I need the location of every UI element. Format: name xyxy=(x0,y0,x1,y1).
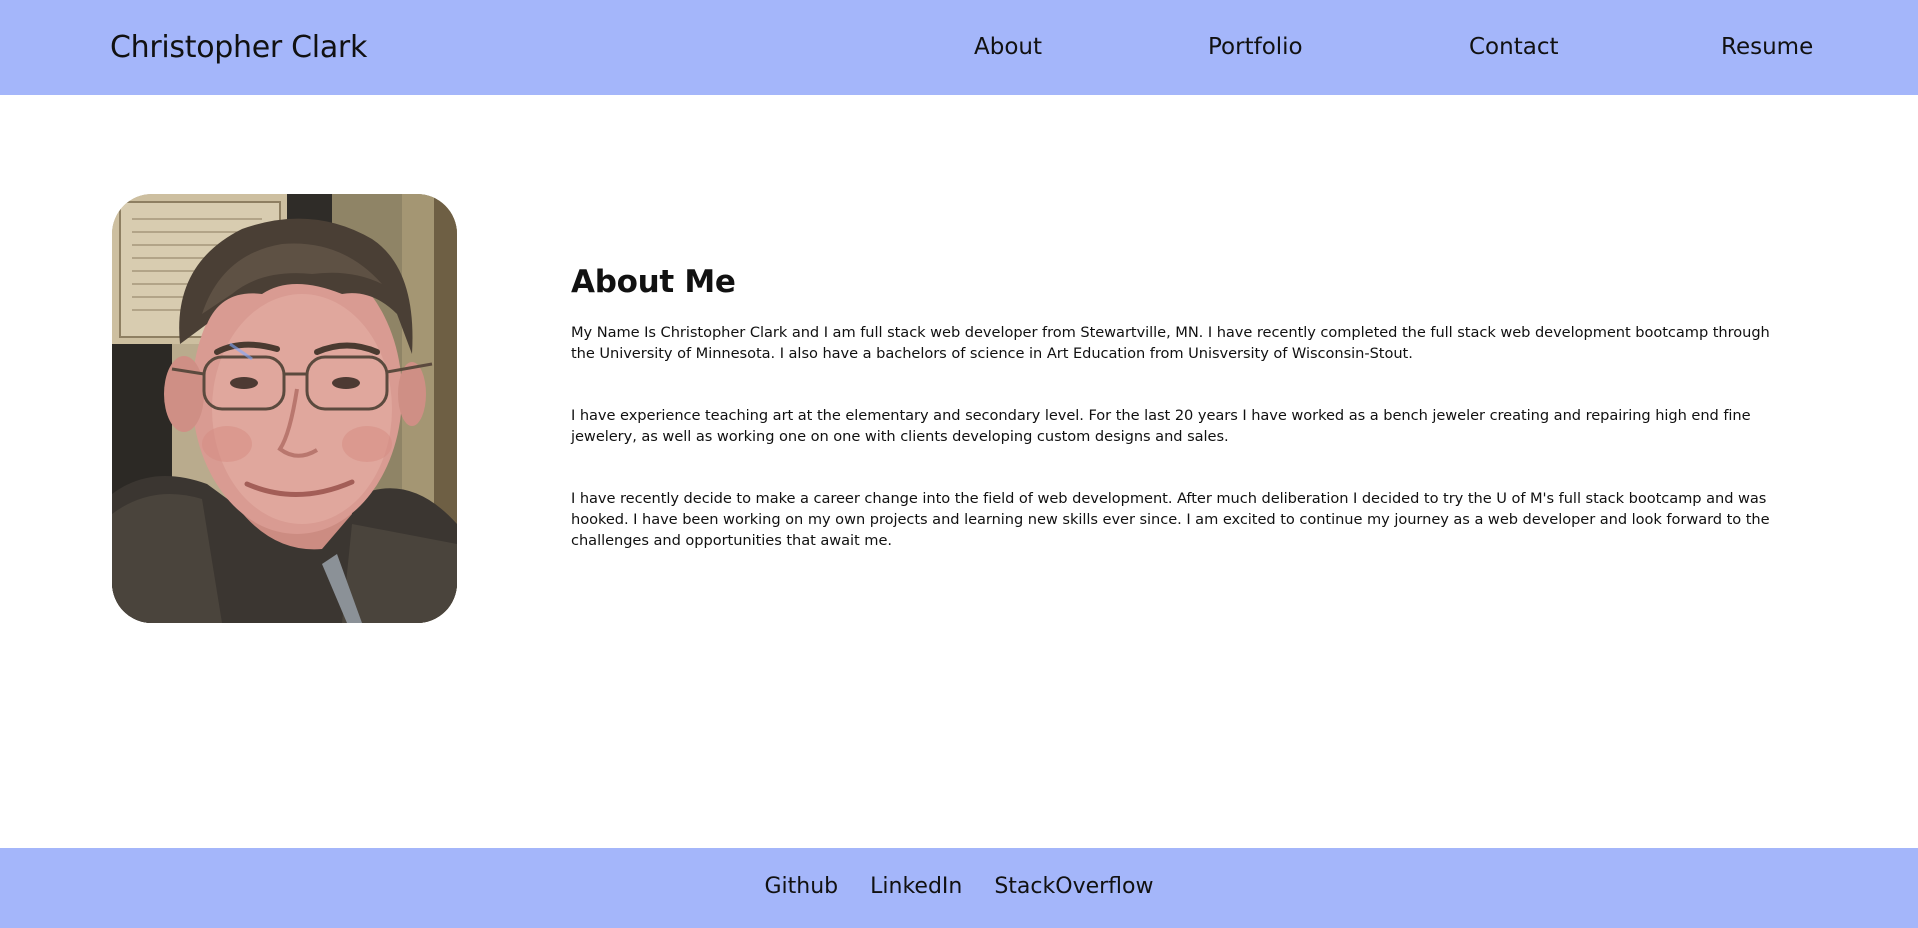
nav-link-resume[interactable]: Resume xyxy=(1721,34,1813,60)
site-header: Christopher Clark About Portfolio Contac… xyxy=(0,0,1918,95)
footer-link-github[interactable]: Github xyxy=(765,874,839,899)
nav-link-contact[interactable]: Contact xyxy=(1469,34,1558,60)
nav-link-about[interactable]: About xyxy=(974,34,1042,60)
about-paragraph-2: I have experience teaching art at the el… xyxy=(571,407,1751,445)
footer-link-linkedin[interactable]: LinkedIn xyxy=(870,874,962,899)
about-section: About Me My Name Is Christopher Clark an… xyxy=(571,264,1776,592)
about-paragraph-3: I have recently decide to make a career … xyxy=(571,490,1770,549)
footer-link-stackoverflow[interactable]: StackOverflow xyxy=(994,874,1153,899)
about-paragraph-1: My Name Is Christopher Clark and I am fu… xyxy=(571,324,1770,362)
site-title: Christopher Clark xyxy=(110,30,368,65)
profile-photo xyxy=(112,194,457,623)
site-footer: Github LinkedIn StackOverflow xyxy=(0,848,1918,928)
about-heading: About Me xyxy=(571,264,736,300)
nav-link-portfolio[interactable]: Portfolio xyxy=(1208,34,1303,60)
